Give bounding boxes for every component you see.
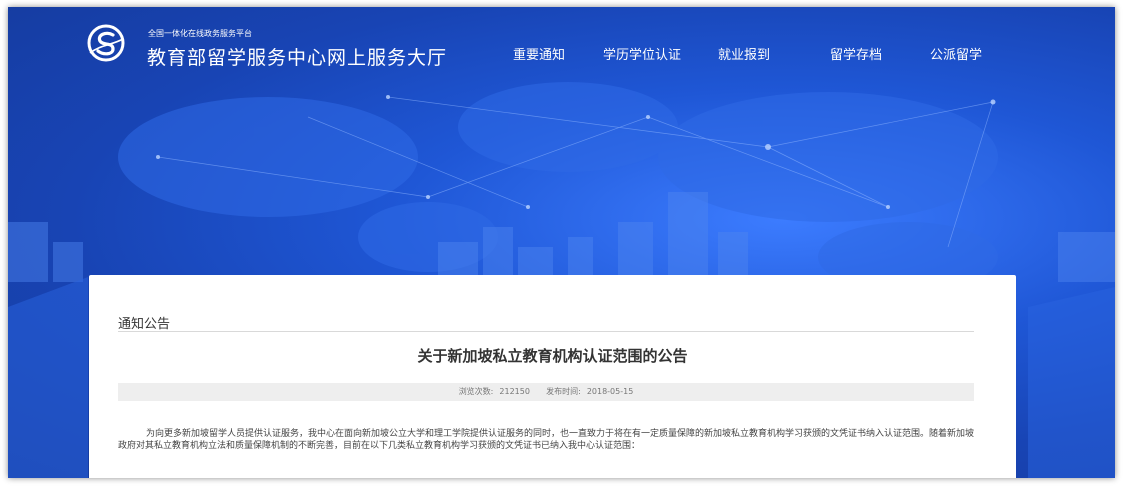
- views-label: 浏览次数:: [458, 387, 494, 396]
- date-label: 发布时间:: [546, 387, 581, 396]
- section-title: 通知公告: [118, 317, 171, 332]
- section-divider: [118, 331, 974, 332]
- site-header: 全国一体化在线政务服务平台 教育部留学服务中心网上服务大厅 重要通知 学历学位认…: [8, 7, 1115, 87]
- article-title: 关于新加坡私立教育机构认证范围的公告: [417, 347, 688, 365]
- nav-item-employment-registration[interactable]: 就业报到: [718, 44, 770, 63]
- browser-viewport: 全国一体化在线政务服务平台 教育部留学服务中心网上服务大厅 重要通知 学历学位认…: [8, 7, 1115, 478]
- csc-logo-icon[interactable]: [86, 23, 126, 63]
- platform-subtitle: 全国一体化在线政务服务平台: [148, 29, 252, 38]
- nav-item-study-abroad-archive[interactable]: 留学存档: [830, 44, 882, 63]
- nav-item-notices[interactable]: 重要通知: [513, 44, 565, 63]
- article-body: 为向更多新加坡留学人员提供认证服务，我中心在面向新加坡公立大学和理工学院提供认证…: [118, 429, 975, 451]
- nav-item-government-sponsored[interactable]: 公派留学: [930, 44, 982, 63]
- nav-item-degree-verification[interactable]: 学历学位认证: [603, 44, 681, 63]
- notice-card: 通知公告 关于新加坡私立教育机构认证范围的公告 浏览次数: 212150 发布时间…: [89, 275, 1016, 478]
- publish-date: 2018-05-15: [586, 387, 634, 396]
- site-title[interactable]: 教育部留学服务中心网上服务大厅: [147, 43, 447, 70]
- view-count: 212150: [499, 387, 530, 396]
- article-meta: 浏览次数: 212150 发布时间: 2018-05-15: [118, 383, 974, 401]
